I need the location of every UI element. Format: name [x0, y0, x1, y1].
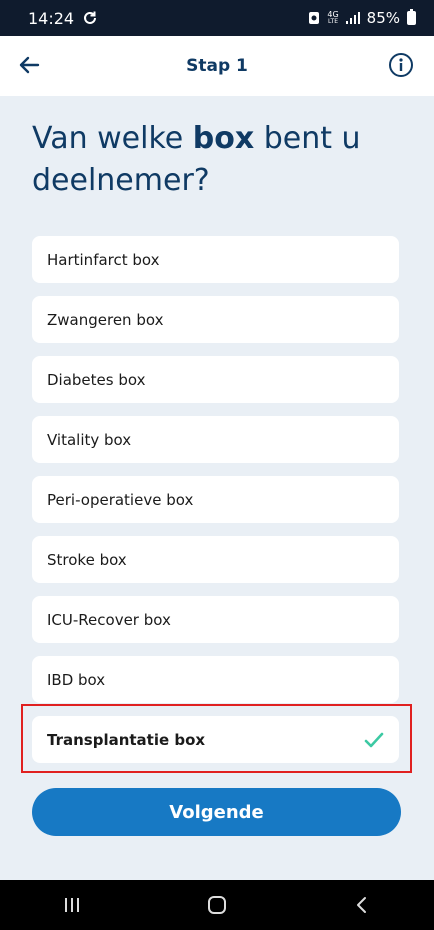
info-icon[interactable] — [388, 52, 414, 78]
box-option-zwangeren[interactable]: Zwangeren box — [32, 296, 399, 343]
box-option-ibd[interactable]: IBD box — [32, 656, 399, 703]
sync-icon — [84, 11, 97, 24]
box-option-label: Hartinfarct box — [47, 250, 160, 269]
header-title: Stap 1 — [186, 56, 248, 76]
app-header: Stap 1 — [0, 36, 434, 96]
title-prefix: Van welke — [32, 121, 193, 156]
status-bar: 14:24 4G LTE 85% — [0, 0, 434, 36]
status-right: 4G LTE 85% — [308, 9, 416, 27]
notification-app-icon — [309, 12, 320, 24]
box-option-vitality[interactable]: Vitality box — [32, 416, 399, 463]
box-option-label: Vitality box — [47, 430, 132, 449]
next-button[interactable]: Volgende — [32, 788, 401, 836]
battery-icon — [407, 9, 416, 25]
box-option-icu-recover[interactable]: ICU-Recover box — [32, 596, 399, 643]
back-nav-icon[interactable] — [352, 895, 372, 915]
box-option-label: IBD box — [47, 670, 106, 689]
network-type-bottom: LTE — [328, 18, 338, 25]
box-option-label: Peri-operatieve box — [47, 490, 194, 509]
network-type: 4G LTE — [327, 11, 338, 25]
box-option-label: Stroke box — [47, 550, 127, 569]
home-icon[interactable] — [207, 895, 227, 915]
box-option-hartinfarct[interactable]: Hartinfarct box — [32, 236, 399, 283]
back-arrow-icon[interactable] — [18, 54, 40, 76]
page-title: Van welke box bent u deelnemer? — [32, 118, 412, 202]
box-option-stroke[interactable]: Stroke box — [32, 536, 399, 583]
box-list: Hartinfarct box Zwangeren box Diabetes b… — [32, 236, 399, 776]
status-left: 14:24 — [28, 9, 98, 28]
system-nav-bar — [0, 880, 434, 930]
title-bold: box — [192, 121, 255, 156]
box-option-label: Diabetes box — [47, 370, 146, 389]
box-option-label: ICU-Recover box — [47, 610, 171, 629]
battery-percentage: 85% — [366, 9, 400, 27]
signal-icon — [345, 12, 360, 24]
status-time: 14:24 — [28, 8, 75, 28]
recent-apps-icon[interactable] — [62, 896, 82, 914]
box-option-peri-operatieve[interactable]: Peri-operatieve box — [32, 476, 399, 523]
selection-highlight-frame — [21, 704, 412, 773]
box-option-diabetes[interactable]: Diabetes box — [32, 356, 399, 403]
box-option-label: Zwangeren box — [47, 310, 164, 329]
